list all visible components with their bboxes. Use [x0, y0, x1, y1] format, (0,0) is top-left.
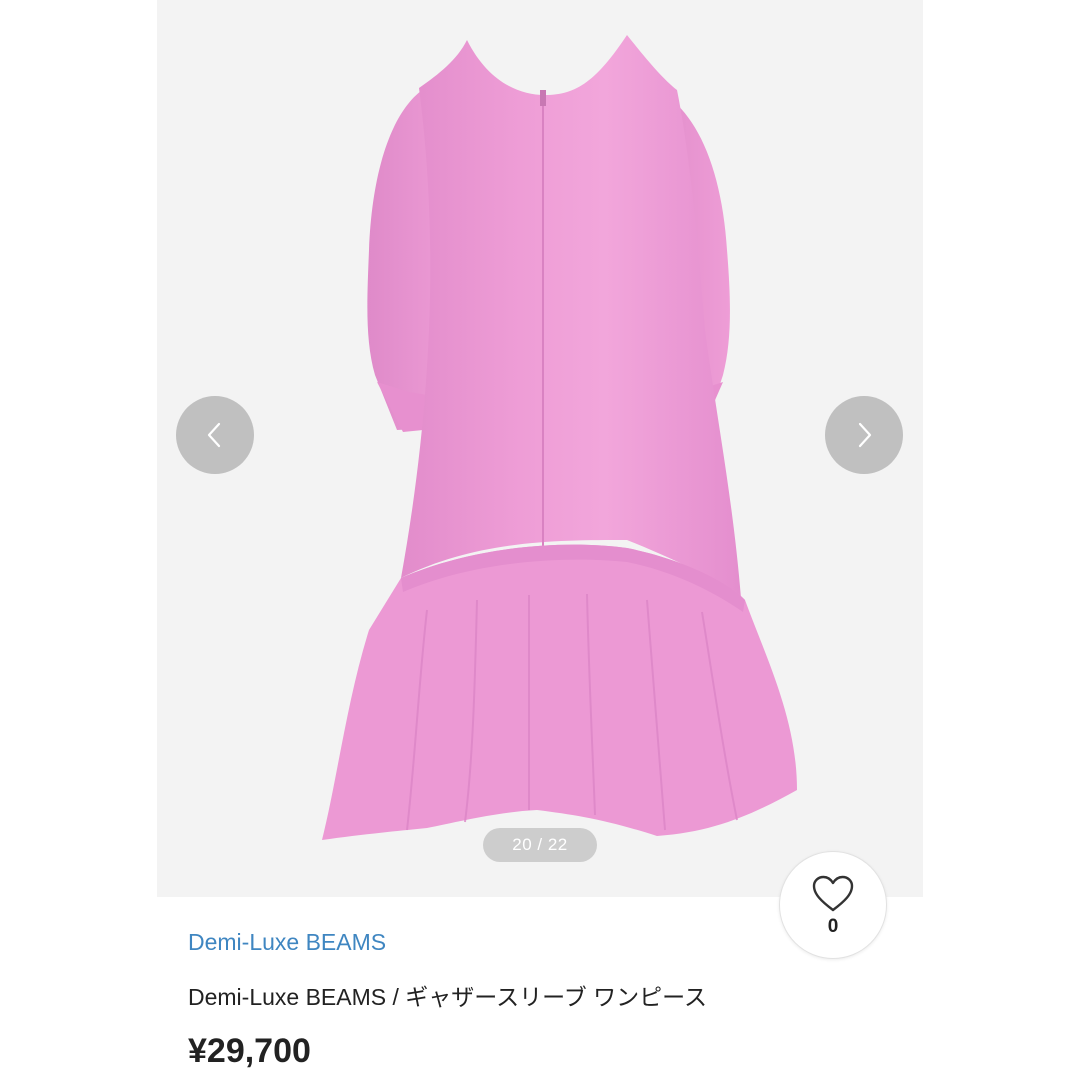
- product-image: [322, 35, 797, 840]
- image-counter: 20 / 22: [483, 828, 597, 862]
- product-price: ¥29,700: [188, 1032, 311, 1070]
- brand-link[interactable]: Demi-Luxe BEAMS: [188, 929, 386, 956]
- heart-icon: [812, 875, 854, 912]
- favorite-button[interactable]: 0: [779, 851, 887, 959]
- next-image-button[interactable]: [825, 396, 903, 474]
- chevron-right-icon: [858, 422, 872, 448]
- product-title: Demi-Luxe BEAMS / ギャザースリーブ ワンピース: [188, 984, 707, 1010]
- favorite-count: 0: [827, 916, 839, 937]
- product-image-gallery[interactable]: 20 / 22: [157, 0, 923, 897]
- chevron-left-icon: [207, 422, 221, 448]
- previous-image-button[interactable]: [176, 396, 254, 474]
